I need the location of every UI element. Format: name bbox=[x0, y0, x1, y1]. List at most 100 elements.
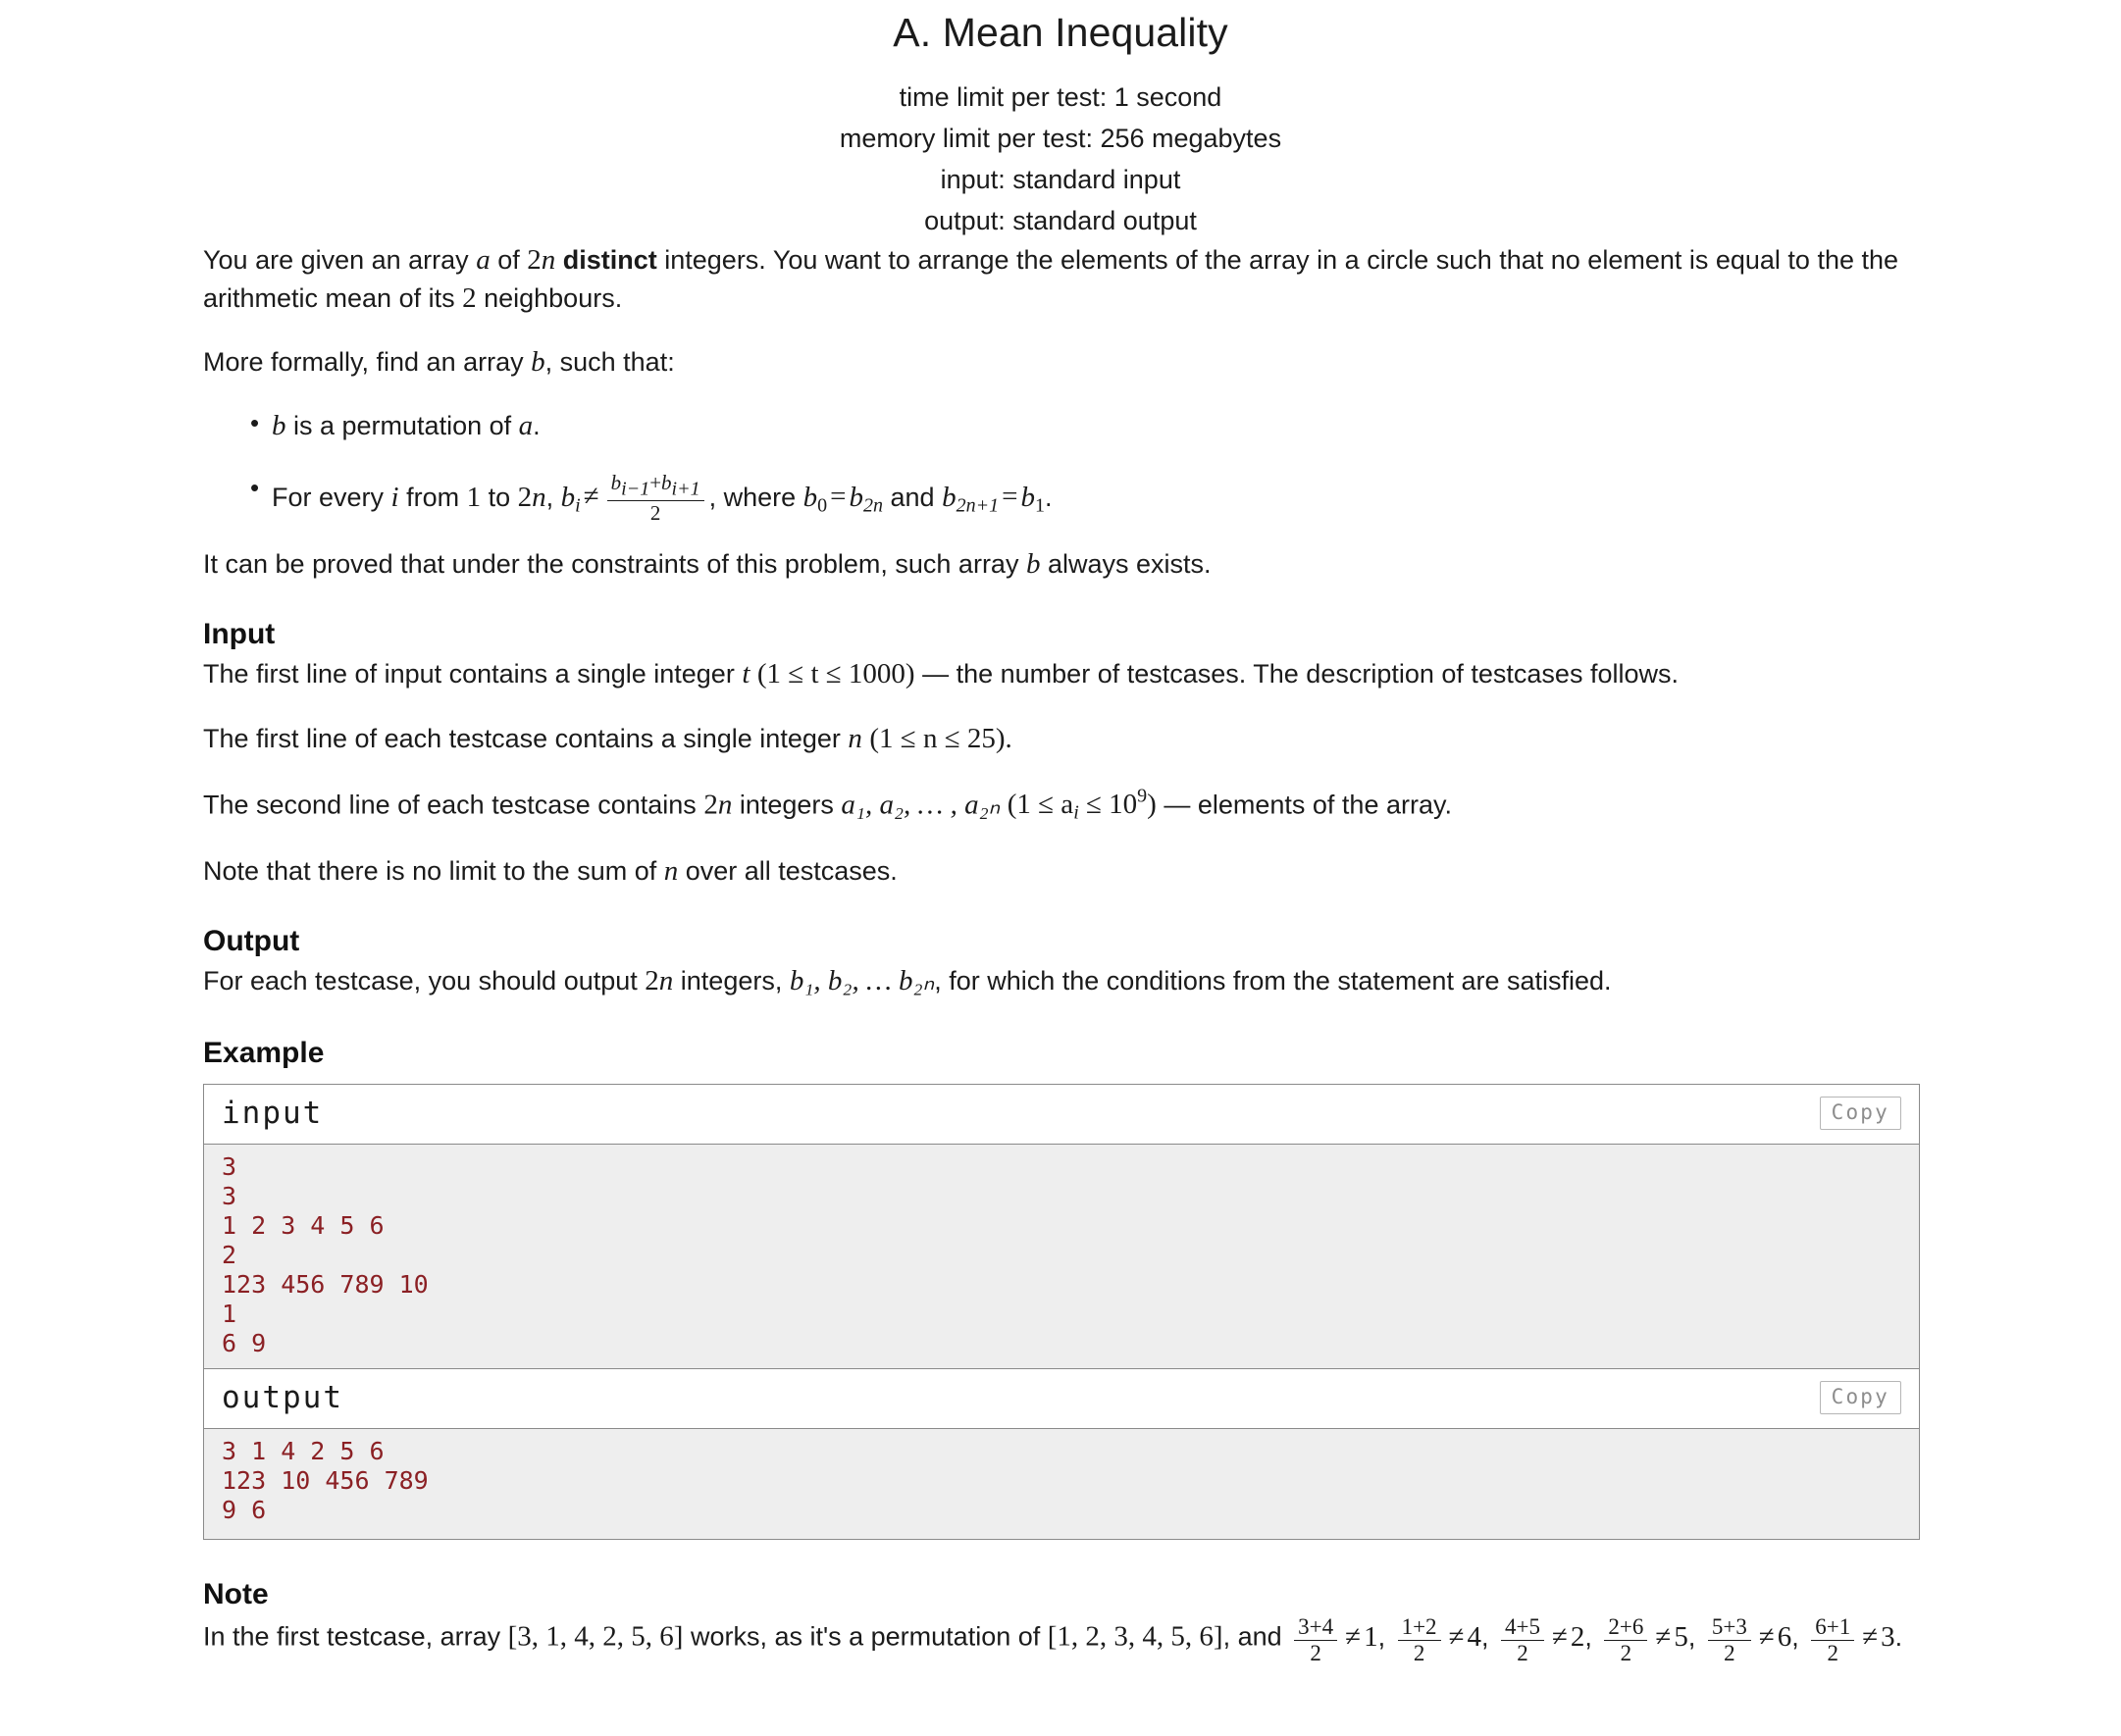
stmt-text: works, as it's a permutation of bbox=[683, 1621, 1048, 1652]
math-var-b: b bbox=[272, 410, 286, 442]
input-label: input bbox=[222, 1096, 324, 1132]
math-var-b: b bbox=[942, 481, 957, 513]
input-line-3: The second line of each testcase contain… bbox=[203, 784, 1918, 827]
stmt-text: and bbox=[883, 482, 943, 512]
math-neq-sign: ≠ bbox=[1551, 1620, 1568, 1653]
stmt-text: — the number of testcases. The descripti… bbox=[914, 659, 1679, 689]
math-var-i: i bbox=[390, 481, 399, 513]
stmt-text: Note that there is no limit to the sum o… bbox=[203, 855, 664, 886]
math-sub-i-plus-1: i+1 bbox=[671, 478, 700, 500]
input-heading: Input bbox=[203, 618, 276, 651]
problem-content: You are given an array a of 2n distinct … bbox=[203, 241, 1920, 1666]
math-sub-1: 1 bbox=[1034, 493, 1045, 516]
stmt-text: , bbox=[545, 482, 561, 512]
problem-page: A. Mean Inequality time limit per test: … bbox=[0, 0, 2121, 1736]
math-var-b: b bbox=[560, 481, 576, 513]
stmt-text: It can be proved that under the constrai… bbox=[203, 549, 1026, 580]
fraction-denominator: 2 bbox=[1620, 1641, 1632, 1666]
fraction-numerator: 4+5 bbox=[1501, 1614, 1544, 1642]
constraint-part: ) bbox=[1147, 789, 1157, 821]
note-array-b: [3, 1, 4, 2, 5, 6] bbox=[507, 1620, 684, 1653]
copy-input-button[interactable]: Copy bbox=[1819, 1097, 1901, 1131]
math-var-t: t bbox=[742, 658, 750, 690]
separator: , bbox=[1584, 1621, 1600, 1652]
math-sup-9: 9 bbox=[1137, 785, 1148, 807]
separator: , bbox=[1377, 1621, 1393, 1652]
input-section: Input The first line of input contains a… bbox=[203, 615, 1918, 891]
note-fraction: 4+5 2 bbox=[1501, 1614, 1544, 1666]
output-heading: Output bbox=[203, 924, 300, 957]
note-fraction: 1+2 2 bbox=[1397, 1614, 1441, 1666]
math-sub-2n: 2n bbox=[863, 493, 884, 516]
constraint-part: (1 ≤ a bbox=[1007, 789, 1074, 821]
output-section: Output For each testcase, you should out… bbox=[203, 922, 1918, 1000]
stmt-text: , and bbox=[1222, 1621, 1290, 1652]
input-spec-line: input: standard input bbox=[940, 165, 1181, 195]
fraction-numerator: 3+4 bbox=[1294, 1614, 1338, 1642]
fraction-numerator: bi−1+bi+1 bbox=[606, 470, 704, 502]
math-sub-0: 0 bbox=[817, 493, 828, 516]
math-var-n: n bbox=[658, 964, 674, 996]
fraction-denominator: 2 bbox=[1724, 1641, 1735, 1666]
math-num-two: 2 bbox=[462, 282, 477, 315]
stmt-text: You are given an array bbox=[203, 245, 477, 276]
math-sub-i-minus-1: i−1 bbox=[621, 478, 650, 500]
statement-paragraph-1: You are given an array a of 2n distinct … bbox=[203, 241, 1918, 318]
math-num-2: 2 bbox=[527, 244, 542, 277]
math-neq-sign: ≠ bbox=[583, 481, 599, 513]
stmt-text: over all testcases. bbox=[678, 855, 898, 886]
time-limit-line: time limit per test: 1 second bbox=[899, 82, 1222, 113]
math-neq-sign: ≠ bbox=[1758, 1620, 1775, 1653]
math-var-b: b bbox=[531, 346, 545, 379]
input-line-2: The first line of each testcase contains… bbox=[203, 720, 1918, 758]
output-sample-data: 3 1 4 2 5 6 123 10 456 789 9 6 bbox=[204, 1429, 1919, 1541]
conditions-list: b is a permutation of a. For every i fro… bbox=[203, 406, 1918, 526]
stmt-text: The first line of each testcase contains… bbox=[203, 723, 849, 753]
output-spec-line: output: standard output bbox=[924, 206, 1197, 236]
fraction-denominator: 2 bbox=[1827, 1641, 1839, 1666]
math-num-2: 2 bbox=[645, 964, 659, 996]
copy-output-button[interactable]: Copy bbox=[1819, 1381, 1901, 1415]
output-label: output bbox=[222, 1380, 343, 1416]
stmt-text: integers, bbox=[673, 965, 790, 996]
stmt-text: of bbox=[490, 245, 528, 276]
math-var-b: b bbox=[802, 481, 818, 513]
math-neq-sign: ≠ bbox=[1862, 1620, 1879, 1653]
fraction-rhs: 2 bbox=[1570, 1620, 1585, 1653]
separator: , bbox=[1791, 1621, 1807, 1652]
fraction-denominator: 2 bbox=[1517, 1641, 1528, 1666]
output-line-1: For each testcase, you should output 2n … bbox=[203, 962, 1918, 1000]
separator: , bbox=[1480, 1621, 1496, 1652]
constraint-n: (1 ≤ n ≤ 25). bbox=[869, 722, 1012, 754]
note-fraction: 5+3 2 bbox=[1707, 1614, 1751, 1666]
math-var-a: a bbox=[476, 244, 491, 277]
note-fraction: 6+1 2 bbox=[1811, 1614, 1855, 1666]
page-title: A. Mean Inequality bbox=[893, 10, 1228, 55]
math-sub-2n-plus-1: 2n+1 bbox=[956, 493, 1000, 516]
fraction-denominator: 2 bbox=[649, 501, 661, 526]
fraction-denominator: 2 bbox=[1413, 1641, 1425, 1666]
fraction-numerator: 2+6 bbox=[1604, 1614, 1648, 1642]
stmt-text: More formally, find an array bbox=[203, 347, 532, 378]
note-heading: Note bbox=[203, 1578, 269, 1611]
math-sub-i: i bbox=[575, 493, 581, 516]
input-title-bar: input Copy bbox=[204, 1085, 1919, 1146]
fraction-rhs: 1 bbox=[1364, 1620, 1378, 1653]
constraint-ai: (1 ≤ ai ≤ 109) bbox=[1007, 785, 1157, 824]
math-var-n: n bbox=[848, 722, 862, 754]
math-var-n: n bbox=[532, 481, 546, 513]
stmt-text: For every bbox=[272, 482, 391, 512]
math-neq-sign: ≠ bbox=[1345, 1620, 1362, 1653]
stmt-text: always exists. bbox=[1040, 549, 1212, 580]
math-plus: + bbox=[649, 470, 662, 494]
math-var-n: n bbox=[663, 854, 679, 887]
separator: , bbox=[1687, 1621, 1703, 1652]
math-num-2: 2 bbox=[517, 481, 533, 513]
memory-limit-line: memory limit per test: 256 megabytes bbox=[839, 124, 1282, 154]
math-neq-sign: ≠ bbox=[1448, 1620, 1465, 1653]
stmt-text: is a permutation of bbox=[285, 411, 519, 441]
distinct-emphasis: distinct bbox=[562, 245, 657, 276]
input-sample-data: 3 3 1 2 3 4 5 6 2 123 456 789 10 1 6 9 bbox=[204, 1145, 1919, 1370]
stmt-text: to bbox=[481, 482, 518, 512]
note-array-a: [1, 2, 3, 4, 5, 6] bbox=[1047, 1620, 1223, 1653]
